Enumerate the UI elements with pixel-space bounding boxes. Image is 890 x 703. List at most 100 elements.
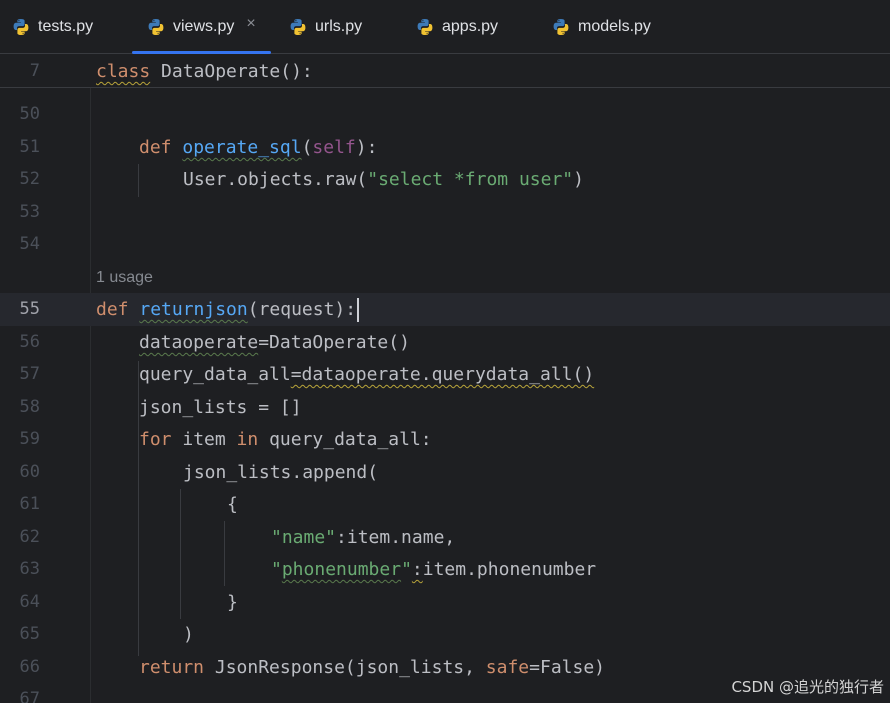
line-number: 62 [19,527,40,547]
code-line: 7 class DataOperate(): [0,55,890,88]
function-name: returnjson [139,299,248,320]
line-number: 58 [19,397,40,417]
punct: ( [301,137,313,158]
tab-views-py[interactable]: views.py × [132,0,271,54]
code-line: 64 } [0,586,890,619]
tab-label: views.py [173,18,235,35]
code-text: "name":item.name, [271,521,455,554]
tab-models-py[interactable]: models.py [552,0,651,54]
line-number: 53 [19,202,40,222]
keyword: for [139,429,172,450]
line-number: 7 [29,61,40,81]
code-expr: :item.name, [336,527,456,548]
keyword: return [139,657,205,678]
code-line: 51 def operate_sql(self): [0,131,890,164]
code-expr: User.objects.raw( [183,169,368,190]
line-number: 51 [19,137,40,157]
punct: : [411,559,423,580]
tab-label: models.py [578,18,651,35]
code-text: dataoperate=DataOperate() [139,326,410,359]
code-line: 62 "name":item.name, [0,521,890,554]
line-number: 64 [19,592,40,612]
keyword: class [96,61,151,82]
punct: ): [355,137,378,158]
code-expr: query_data_all: [258,429,432,450]
code-line: 63 "phonenumber":item.phonenumber [0,553,890,586]
python-icon [13,19,29,35]
code-text: json_lists.append( [183,462,379,483]
line-number: 60 [19,462,40,482]
tab-apps-py[interactable]: apps.py [416,0,498,54]
code-line: 58 json_lists = [] [0,391,890,424]
tab-label: tests.py [38,18,94,35]
sticky-scope-header[interactable]: 7 class DataOperate(): [0,54,890,88]
code-line: 53 [0,196,890,229]
usage-hint[interactable]: 1 usage [96,261,153,294]
code-editor[interactable]: 7 class DataOperate(): 50 51 def operate… [0,54,890,703]
close-icon[interactable]: × [246,15,255,33]
line-number: 50 [19,104,40,124]
python-icon [553,19,569,35]
class-name: DataOperate(): [161,61,313,82]
code-line-current: 55 def returnjson(request): [0,293,890,326]
string-literal: phonenumber [281,559,402,580]
code-expr: =False) [529,657,606,678]
params: (request): [247,299,357,320]
line-number: 67 [19,689,40,703]
variable: query_data_all [139,364,291,385]
code-expr: =dataoperate.querydata_all() [290,364,595,385]
line-number: 59 [19,429,40,449]
editor-tab-bar: tests.py views.py × urls.py apps.py mode… [0,0,890,54]
keyword: def [139,137,172,158]
code-line: 57 query_data_all=dataoperate.querydata_… [0,358,890,391]
string-quote: " [401,559,412,580]
line-number: 54 [19,234,40,254]
python-icon [417,19,433,35]
code-text: class DataOperate(): [96,55,313,88]
code-text: return JsonResponse(json_lists, safe=Fal… [139,651,605,684]
string-literal: "name" [271,527,337,548]
code-text: { [227,494,238,515]
line-number: 56 [19,332,40,352]
code-line: 59 for item in query_data_all: [0,423,890,456]
code-line: 52 User.objects.raw("select *from user") [0,163,890,196]
code-line: 60 json_lists.append( [0,456,890,489]
tab-tests-py[interactable]: tests.py [12,0,93,54]
code-text: ) [183,624,194,645]
code-line: 54 [0,228,890,261]
code-text: def operate_sql(self): [139,131,377,164]
function-name: operate_sql [182,137,302,158]
line-number: 65 [19,624,40,644]
line-number: 55 [19,299,40,319]
variable: dataoperate [139,332,259,353]
code-text: "phonenumber":item.phonenumber [271,553,596,586]
code-expr: item.phonenumber [422,559,597,580]
self-param: self [312,137,356,158]
keyword-argument: safe [485,657,530,678]
code-expr: =DataOperate() [258,332,410,353]
python-icon [290,19,306,35]
watermark: CSDN @追光的独行者 [731,678,884,696]
punct: ) [573,169,584,190]
line-number: 66 [19,657,40,677]
line-number: 61 [19,494,40,514]
line-number: 63 [19,559,40,579]
ide-window: tests.py views.py × urls.py apps.py mode… [0,0,890,703]
code-line: 50 [0,98,890,131]
string-quote: " [271,559,282,580]
keyword: in [236,429,259,450]
string-literal: "select *from user" [367,169,574,190]
code-text: User.objects.raw("select *from user") [183,163,584,196]
tab-label: urls.py [315,18,363,35]
code-line: 61 { [0,488,890,521]
text-caret [357,298,360,322]
code-text: json_lists = [] [139,397,302,418]
tab-label: apps.py [442,18,499,35]
code-text: } [227,592,238,613]
code-line: 65 ) [0,618,890,651]
code-text: for item in query_data_all: [139,423,432,456]
code-line: 56 dataoperate=DataOperate() [0,326,890,359]
code-text: query_data_all=dataoperate.querydata_all… [139,358,594,391]
line-number: 57 [19,364,40,384]
tab-urls-py[interactable]: urls.py [289,0,362,54]
